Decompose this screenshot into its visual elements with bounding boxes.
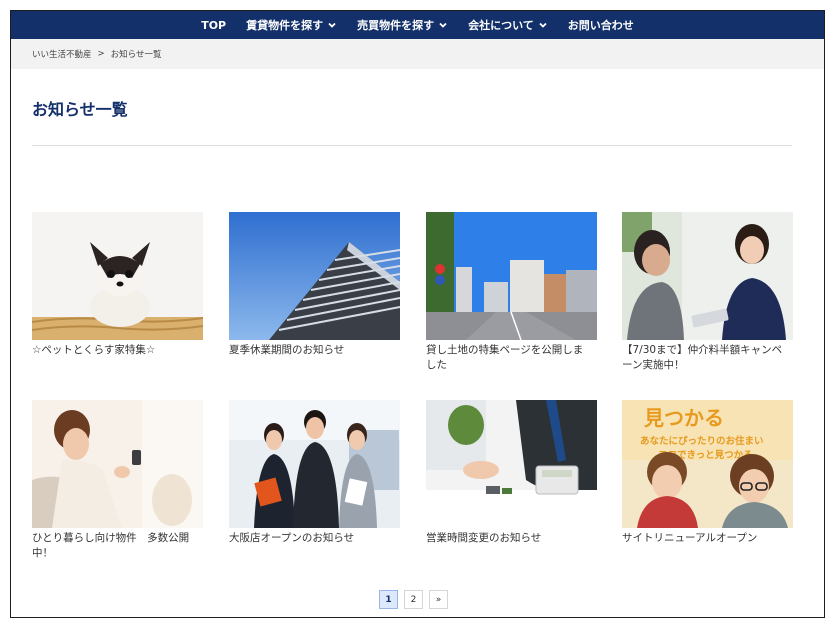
chevron-down-icon xyxy=(439,22,447,28)
page-frame: TOP 賃貸物件を探す 売買物件を探す 会社について お問い合わせ いい生活不動… xyxy=(10,10,825,618)
chevron-down-icon xyxy=(539,22,547,28)
post-thumbnail-office-staff[interactable] xyxy=(229,400,400,528)
post-title[interactable]: 夏季休業期間のお知らせ xyxy=(229,343,394,358)
post-card[interactable]: 大阪店オープンのお知らせ xyxy=(229,400,400,546)
post-card[interactable]: 営業時間変更のお知らせ xyxy=(426,400,597,546)
breadcrumb: いい生活不動産 > お知らせ一覧 xyxy=(11,39,824,69)
nav-item-label: 売買物件を探す xyxy=(357,19,435,32)
post-title[interactable]: 大阪店オープンのお知らせ xyxy=(229,531,394,546)
nav-item-label: 会社について xyxy=(468,19,534,32)
post-card[interactable]: ひとり暮らし向け物件 多数公開中！ xyxy=(32,400,203,561)
post-title[interactable]: ひとり暮らし向け物件 多数公開中！ xyxy=(32,531,197,561)
post-title[interactable]: 貸し土地の特集ページを公開しました xyxy=(426,343,591,373)
post-title[interactable]: 営業時間変更のお知らせ xyxy=(426,531,591,546)
breadcrumb-home-link[interactable]: いい生活不動産 xyxy=(32,48,92,60)
post-card[interactable]: 貸し土地の特集ページを公開しました xyxy=(426,212,597,373)
post-card[interactable]: 夏季休業期間のお知らせ xyxy=(229,212,400,358)
post-thumbnail-building[interactable] xyxy=(229,212,400,340)
pagination-page-2[interactable]: 2 xyxy=(404,590,423,609)
post-thumbnail-street[interactable] xyxy=(426,212,597,340)
post-thumbnail-calculator[interactable] xyxy=(426,400,597,528)
banner-text-line2: あなたにぴったりのお住まい xyxy=(640,435,764,447)
post-title[interactable]: サイトリニューアルオープン xyxy=(622,531,787,546)
pagination: 1 2 » xyxy=(379,590,448,609)
post-thumbnail-meeting[interactable] xyxy=(622,212,793,340)
banner-text-line1: 見つかる xyxy=(644,406,724,430)
nav-item-company[interactable]: 会社について xyxy=(458,11,558,39)
pagination-page-1[interactable]: 1 xyxy=(379,590,398,609)
breadcrumb-current: お知らせ一覧 xyxy=(110,50,162,60)
chevron-down-icon xyxy=(328,22,336,28)
nav-item-label: TOP xyxy=(201,18,227,32)
breadcrumb-separator: > xyxy=(97,49,105,59)
post-thumbnail-renewal-banner[interactable]: 見つかる あなたにぴったりのお住まい ココできっと見つかる xyxy=(622,400,793,528)
post-title[interactable]: 【7/30まで】仲介料半額キャンペーン実施中！ xyxy=(622,343,787,373)
nav-item-sale[interactable]: 売買物件を探す xyxy=(347,11,458,39)
main-nav: TOP 賃貸物件を探す 売買物件を探す 会社について お問い合わせ xyxy=(11,11,824,39)
page-title: お知らせ一覧 xyxy=(32,100,128,119)
post-thumbnail-chihuahua[interactable] xyxy=(32,212,203,340)
post-card[interactable]: ☆ペットとくらす家特集☆ xyxy=(32,212,203,358)
post-card[interactable]: 見つかる あなたにぴったりのお住まい ココできっと見つかる サイトリニューアルオ… xyxy=(622,400,793,546)
post-card[interactable]: 【7/30まで】仲介料半額キャンペーン実施中！ xyxy=(622,212,793,373)
nav-item-top[interactable]: TOP xyxy=(191,11,236,39)
post-title[interactable]: ☆ペットとくらす家特集☆ xyxy=(32,343,197,358)
nav-item-rent[interactable]: 賃貸物件を探す xyxy=(236,11,347,39)
pagination-next[interactable]: » xyxy=(429,590,448,609)
title-divider xyxy=(32,145,792,146)
nav-item-label: 賃貸物件を探す xyxy=(246,19,324,32)
nav-item-contact[interactable]: お問い合わせ xyxy=(558,11,644,39)
post-thumbnail-woman-phone[interactable] xyxy=(32,400,203,528)
nav-item-label: お問い合わせ xyxy=(567,19,634,32)
